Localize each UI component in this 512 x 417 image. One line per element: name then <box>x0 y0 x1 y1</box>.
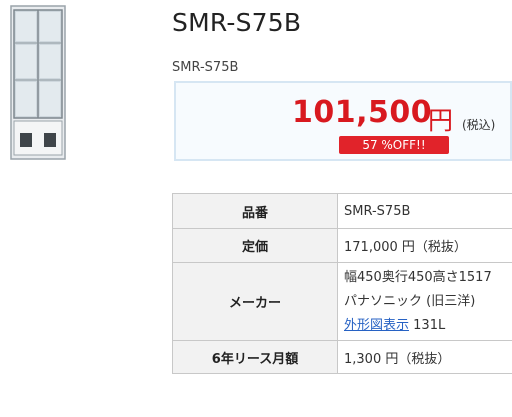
price-currency: 円 <box>428 106 454 135</box>
table-row: 6年リース月額 1,300 円（税抜） <box>172 340 512 374</box>
capacity-text: 131L <box>409 317 446 333</box>
discount-badge: 57 %OFF!! <box>339 136 449 154</box>
table-row: 定価 171,000 円（税抜） <box>172 228 512 263</box>
spec-value-maker: 幅450奥行450高さ1517 パナソニック (旧三洋) 外形図表示 131L <box>337 262 512 341</box>
spec-value-lease: 1,300 円（税抜） <box>337 340 512 374</box>
product-image <box>10 5 66 160</box>
table-row: 品番 SMR-S75B <box>172 193 512 229</box>
product-code: SMR-S75B <box>172 60 239 75</box>
spec-table: 品番 SMR-S75B 定価 171,000 円（税抜） メーカー 幅450奥行… <box>172 193 512 374</box>
outline-drawing-link[interactable]: 外形図表示 <box>344 318 409 333</box>
spec-label-part-number: 品番 <box>172 193 338 229</box>
spec-value-list-price: 171,000 円（税抜） <box>337 228 512 263</box>
table-row: メーカー 幅450奥行450高さ1517 パナソニック (旧三洋) 外形図表示 … <box>172 262 512 341</box>
price-box: 101,500 円 (税込) 57 %OFF!! <box>174 81 512 161</box>
sale-price: 101,500 <box>292 95 433 130</box>
spec-label-lease: 6年リース月額 <box>172 340 338 374</box>
dimensions-text: 幅450奥行450高さ1517 <box>344 269 492 285</box>
tax-included-note: (税込) <box>462 118 496 132</box>
spec-value-part-number: SMR-S75B <box>337 193 512 229</box>
spec-label-list-price: 定価 <box>172 228 338 263</box>
spec-label-maker: メーカー <box>172 262 338 341</box>
outline-line: 外形図表示 131L <box>344 314 512 338</box>
product-title: SMR-S75B <box>172 8 302 37</box>
maker-name: パナソニック (旧三洋) <box>344 293 476 309</box>
